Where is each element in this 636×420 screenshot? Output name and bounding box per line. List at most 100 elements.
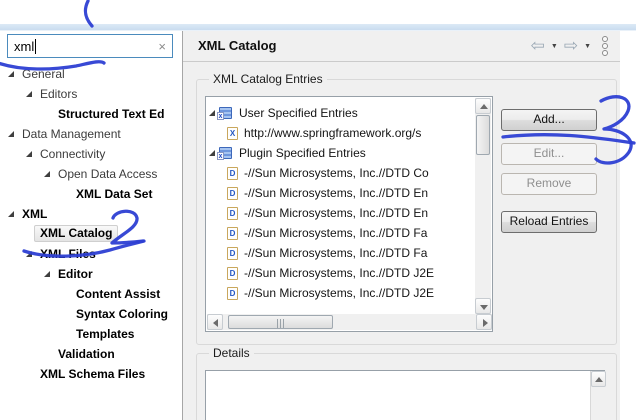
tree-item-label: Syntax Coloring — [76, 307, 169, 321]
dtd-document-icon: D — [227, 246, 238, 260]
catalog-entry-item[interactable]: D -//Sun Microsystems, Inc.//DTD J2E — [206, 263, 474, 283]
catalog-entry-item[interactable]: D -//Sun Microsystems, Inc.//DTD En — [206, 203, 474, 223]
pen-numeral-1 — [83, 0, 94, 28]
entry-label: -//Sun Microsystems, Inc.//DTD J2E — [244, 266, 435, 280]
catalog-entry-group[interactable]: x Plugin Specified Entries — [206, 143, 474, 163]
tree-item-xml-schema-files[interactable]: XML Schema Files — [0, 364, 182, 384]
details-group-label: Details — [209, 346, 254, 360]
details-group: Details — [196, 346, 617, 420]
add-button[interactable]: Add... — [501, 109, 597, 131]
tree-item-xml-catalog[interactable]: XML Catalog — [0, 224, 182, 244]
tree-expander-icon[interactable] — [26, 91, 32, 97]
tree-item-xml-data-set[interactable]: XML Data Set — [0, 184, 182, 204]
catalog-entry-item[interactable]: D -//Sun Microsystems, Inc.//DTD Fa — [206, 223, 474, 243]
entry-label: -//Sun Microsystems, Inc.//DTD J2E — [244, 286, 435, 300]
tree-item-general[interactable]: General — [0, 64, 182, 84]
vertical-scrollbar[interactable] — [475, 98, 491, 314]
vertical-scroll-thumb[interactable] — [476, 115, 490, 155]
tree-item-xml-files[interactable]: XML Files — [0, 244, 182, 264]
catalog-entries-list[interactable]: x User Specified Entries Xhttp://www.sprin… — [205, 96, 493, 332]
dtd-document-icon: D — [227, 286, 238, 300]
tree-expander-icon[interactable] — [44, 171, 50, 177]
tree-expander-icon[interactable] — [26, 151, 32, 157]
forward-dropdown-icon[interactable]: ▼ — [584, 43, 591, 50]
scroll-up-button[interactable] — [475, 98, 491, 114]
tree-item-xml[interactable]: XML — [0, 204, 182, 224]
details-scrollbar[interactable] — [590, 371, 607, 420]
catalog-entry-item[interactable]: D -//Sun Microsystems, Inc.//DTD En — [206, 183, 474, 203]
catalog-entry-item[interactable]: D -//Sun Microsystems, Inc.//DTD Fa — [206, 243, 474, 263]
scroll-down-button[interactable] — [475, 298, 491, 314]
tree-item-templates[interactable]: Templates — [0, 324, 182, 344]
back-dropdown-icon[interactable]: ▼ — [551, 43, 558, 50]
tree-item-label: General — [22, 67, 65, 81]
tree-item-open-data-access[interactable]: Open Data Access — [0, 164, 182, 184]
entry-label: -//Sun Microsystems, Inc.//DTD En — [244, 206, 429, 220]
tree-item-label: Content Assist — [76, 287, 161, 301]
catalog-entry-item[interactable]: D -//Sun Microsystems, Inc.//DTD Co — [206, 163, 474, 183]
tree-item-label: XML Schema Files — [40, 367, 146, 381]
dtd-document-icon: D — [227, 206, 238, 220]
search-input-value: xml — [14, 38, 35, 54]
tree-item-label: Data Management — [22, 127, 121, 141]
history-nav: ⇦ ▼ ⇨ ▼ — [531, 36, 608, 56]
entry-label: -//Sun Microsystems, Inc.//DTD Fa — [244, 226, 428, 240]
tree-expander-icon[interactable] — [8, 211, 14, 217]
entry-expander-icon[interactable] — [209, 150, 215, 156]
back-arrow-icon[interactable]: ⇦ — [531, 36, 545, 56]
forward-arrow-icon[interactable]: ⇨ — [564, 36, 578, 56]
remove-button: Remove — [501, 173, 597, 195]
page-title: XML Catalog — [198, 38, 277, 53]
view-menu-dots-icon[interactable] — [602, 36, 608, 56]
tree-item-label: XML — [22, 207, 48, 221]
horizontal-scrollbar[interactable] — [207, 314, 492, 330]
tree-item-label: Open Data Access — [58, 167, 158, 181]
tree-item-content-assist[interactable]: Content Assist — [0, 284, 182, 304]
details-scroll-up-button[interactable] — [591, 371, 606, 387]
preferences-tree: General Editors Structured Text Ed Data Man… — [0, 64, 182, 394]
clear-search-icon[interactable]: × — [158, 39, 166, 54]
tree-expander-icon[interactable] — [44, 271, 50, 277]
edit-button: Edit... — [501, 143, 597, 165]
scroll-right-button[interactable] — [476, 314, 492, 330]
entry-expander-icon[interactable] — [209, 110, 215, 116]
tree-item-syntax-coloring[interactable]: Syntax Coloring — [0, 304, 182, 324]
entry-label: -//Sun Microsystems, Inc.//DTD Fa — [244, 246, 428, 260]
tree-expander-icon[interactable] — [26, 251, 32, 257]
tree-item-label: Validation — [58, 347, 115, 361]
tree-item-structured-text-ed[interactable]: Structured Text Ed — [0, 104, 182, 124]
entries-group-label: XML Catalog Entries — [209, 72, 327, 86]
text-cursor — [35, 38, 37, 54]
catalog-entry-item[interactable]: D -//Sun Microsystems, Inc.//DTD J2E — [206, 283, 474, 303]
catalog-icon: x — [217, 107, 232, 120]
window-top-bar — [0, 24, 636, 31]
entry-label: -//Sun Microsystems, Inc.//DTD Co — [244, 166, 429, 180]
tree-item-editors[interactable]: Editors — [0, 84, 182, 104]
preferences-sidebar: xml × General Editors Structured Text Ed Da… — [0, 31, 183, 420]
catalog-icon: x — [217, 147, 232, 160]
dtd-document-icon: D — [227, 186, 238, 200]
catalog-entry-item[interactable]: Xhttp://www.springframework.org/s — [206, 123, 474, 143]
xml-document-icon: X — [227, 126, 238, 140]
tree-item-label: XML Files — [40, 247, 96, 261]
tree-item-label: XML Data Set — [76, 187, 153, 201]
horizontal-scroll-thumb[interactable] — [228, 315, 333, 329]
entry-label: http://www.springframework.org/s — [244, 126, 422, 140]
catalog-entries-rows: x User Specified Entries Xhttp://www.sprin… — [206, 97, 474, 313]
tree-item-connectivity[interactable]: Connectivity — [0, 144, 182, 164]
tree-item-validation[interactable]: Validation — [0, 344, 182, 364]
tree-item-editor[interactable]: Editor — [0, 264, 182, 284]
details-text-area[interactable] — [205, 370, 605, 420]
page-header: XML Catalog ⇦ ▼ ⇨ ▼ — [183, 31, 620, 62]
reload-entries-button[interactable]: Reload Entries — [501, 211, 597, 233]
entry-label: -//Sun Microsystems, Inc.//DTD En — [244, 186, 429, 200]
tree-item-data-management[interactable]: Data Management — [0, 124, 182, 144]
tree-expander-icon[interactable] — [8, 71, 14, 77]
xml-catalog-entries-group: XML Catalog Entries x User Specified Entr… — [196, 72, 617, 345]
tree-item-label: Editor — [58, 267, 93, 281]
entry-label: User Specified Entries — [239, 106, 358, 120]
filter-search-input[interactable]: xml × — [7, 34, 173, 58]
tree-expander-icon[interactable] — [8, 131, 14, 137]
scroll-left-button[interactable] — [207, 314, 223, 330]
catalog-entry-group[interactable]: x User Specified Entries — [206, 103, 474, 123]
